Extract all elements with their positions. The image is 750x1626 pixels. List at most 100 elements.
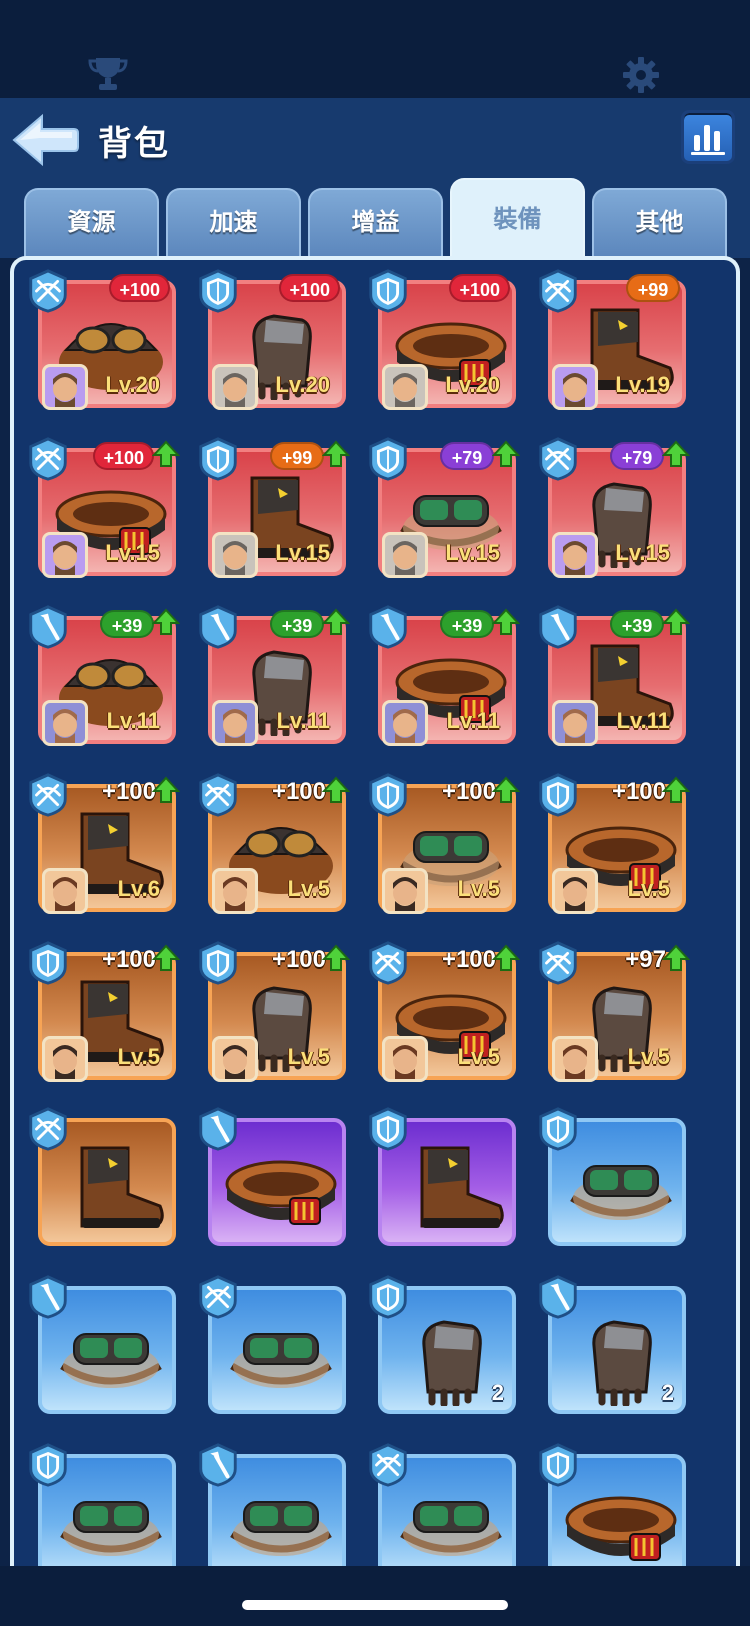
crossbow-type-icon [29,1107,67,1151]
bonus-badge: +100 [93,442,154,470]
shield-type-icon [199,269,237,313]
shield-type-icon [369,269,407,313]
equipment-item[interactable]: Lv.6 +100 [26,772,180,914]
equipment-item[interactable]: Lv.15 +99 [196,436,350,578]
crossbow-type-icon [199,773,237,817]
gear-icon[interactable] [622,56,660,94]
shield-type-icon [539,773,577,817]
tab-resources[interactable]: 資源 [24,188,159,258]
bonus-badge: +39 [100,610,154,638]
equipment-item[interactable] [366,1106,516,1246]
upgrade-arrow-icon [152,440,180,467]
hero-portrait-icon [393,1045,417,1079]
equipment-item[interactable]: Lv.11 +39 [26,604,180,746]
equipment-item[interactable]: Lv.20 +100 [26,268,176,410]
equipment-item[interactable]: Lv.5 +100 [26,940,180,1082]
upgrade-arrow-icon [322,776,350,803]
shield-type-icon [199,941,237,985]
spear-type-icon [29,1275,67,1319]
tab-speedup[interactable]: 加速 [166,188,301,258]
equipment-item[interactable] [196,1106,346,1246]
equipment-item[interactable]: Lv.20 +100 [366,268,516,410]
bonus-badge: +100 [449,274,510,302]
equipment-item[interactable]: Lv.15 +79 [536,436,690,578]
upgrade-arrow-icon [662,440,690,467]
hero-avatar [42,868,88,914]
equipment-item[interactable] [196,1274,346,1414]
shield-type-icon [369,1107,407,1151]
upgrade-arrow-icon [662,776,690,803]
equipment-item[interactable] [26,1106,176,1246]
spear-type-icon [29,605,67,649]
bonus-badge: +79 [610,442,664,470]
bonus-badge: +39 [440,610,494,638]
tab-equipment[interactable]: 裝備 [450,178,585,258]
equipment-item[interactable]: Lv.19 +99 [536,268,686,410]
spear-type-icon [199,1443,237,1487]
item-level: Lv.20 [445,372,500,397]
hero-portrait-icon [53,541,77,575]
equipment-item[interactable]: Lv.11 +39 [366,604,520,746]
upgrade-arrow-icon [322,944,350,971]
tab-bar: 資源 加速 增益 裝備 其他 [0,178,750,258]
equipment-item[interactable]: Lv.5 +100 [366,772,520,914]
tab-other[interactable]: 其他 [592,188,727,258]
equipment-item[interactable]: Lv.5 +97 [536,940,690,1082]
equipment-item[interactable]: 2 [536,1274,686,1414]
bonus-value: +100 [271,778,326,805]
equipment-item[interactable]: 2 [366,1274,516,1414]
hero-avatar [42,700,88,746]
stats-button[interactable] [681,110,735,164]
equipment-item[interactable]: Lv.11 +39 [196,604,350,746]
hero-avatar [552,532,598,578]
equipment-item[interactable]: Lv.5 +100 [196,772,350,914]
equipment-item[interactable]: Lv.15 +100 [26,436,180,578]
bonus-badge: +99 [626,274,680,302]
tab-boost[interactable]: 增益 [308,188,443,258]
equipment-item[interactable] [196,1442,346,1566]
hero-avatar [212,868,258,914]
spear-type-icon [539,605,577,649]
hero-portrait-icon [223,1045,247,1079]
equipment-item[interactable] [536,1106,686,1246]
item-level: Lv.11 [446,708,500,733]
equipment-item[interactable]: Lv.20 +100 [196,268,346,410]
equipment-item[interactable]: Lv.5 +100 [196,940,350,1082]
hero-avatar [552,700,598,746]
hero-avatar [552,868,598,914]
back-arrow-icon[interactable] [10,112,80,168]
equipment-item[interactable] [26,1442,176,1566]
shield-type-icon [199,437,237,481]
crossbow-type-icon [539,437,577,481]
shield-type-icon [539,1443,577,1487]
bonus-badge: +39 [270,610,324,638]
equipment-item[interactable]: Lv.11 +39 [536,604,690,746]
item-level: Lv.15 [105,540,160,565]
equipment-item[interactable] [26,1274,176,1414]
crossbow-type-icon [29,773,67,817]
home-indicator[interactable] [242,1600,508,1610]
crossbow-type-icon [539,941,577,985]
hero-portrait-icon [223,373,247,407]
upgrade-arrow-icon [152,944,180,971]
bottom-bar [0,1566,750,1626]
crossbow-type-icon [539,269,577,313]
equipment-item[interactable]: Lv.5 +100 [536,772,690,914]
hero-portrait-icon [563,877,587,911]
equipment-item[interactable]: Lv.15 +79 [366,436,520,578]
item-level: Lv.5 [287,876,330,901]
equipment-item[interactable] [366,1442,516,1566]
hero-portrait-icon [563,1045,587,1079]
hero-portrait-icon [393,541,417,575]
hero-avatar [42,532,88,578]
hero-portrait-icon [563,373,587,407]
trophy-icon[interactable] [88,56,128,92]
top-bar [0,0,750,98]
item-level: Lv.15 [275,540,330,565]
item-level: Lv.5 [627,876,670,901]
upgrade-arrow-icon [492,608,520,635]
crossbow-type-icon [29,269,67,313]
equipment-item[interactable] [536,1442,686,1566]
item-count: 2 [491,1380,504,1405]
equipment-item[interactable]: Lv.5 +100 [366,940,520,1082]
